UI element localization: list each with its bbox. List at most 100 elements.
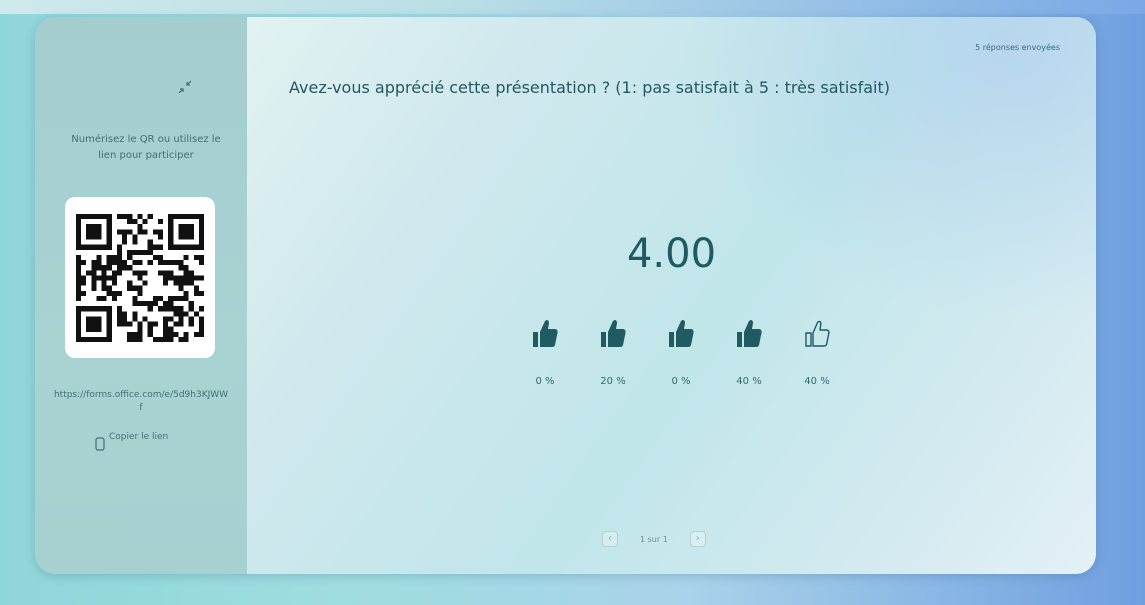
- qr-module: [101, 336, 107, 342]
- qr-module: [178, 321, 184, 327]
- qr-module: [96, 274, 102, 281]
- qr-module: [122, 264, 128, 270]
- qr-module: [183, 290, 189, 296]
- qr-module: [178, 310, 184, 316]
- qr-module: [178, 228, 184, 234]
- qr-module: [86, 315, 92, 322]
- rating-item-1: 0 %: [511, 317, 579, 387]
- qr-module: [168, 218, 174, 224]
- qr-module: [76, 254, 82, 260]
- qr-module: [127, 213, 133, 219]
- qr-module: [91, 233, 97, 240]
- qr-module: [116, 259, 123, 265]
- qr-module: [76, 280, 82, 286]
- qr-module: [188, 274, 194, 281]
- qr-module: [101, 274, 107, 281]
- qr-module: [198, 321, 204, 327]
- qr-module: [76, 223, 82, 229]
- copy-link-label: Copier le lien: [109, 432, 169, 442]
- pagination: ‹ 1 sur 1 ›: [602, 530, 762, 548]
- qr-module: [127, 264, 133, 270]
- previous-page-button[interactable]: ‹: [602, 531, 618, 547]
- rating-percent: 40 %: [804, 376, 830, 387]
- qr-module: [122, 228, 128, 234]
- qr-module: [106, 305, 112, 311]
- qr-module: [178, 264, 184, 270]
- qr-module: [152, 295, 158, 301]
- qr-module: [152, 336, 158, 342]
- thumbs-up-outline-icon[interactable]: [803, 317, 831, 349]
- qr-module: [188, 228, 194, 234]
- qr-module: [198, 254, 204, 260]
- qr-module: [96, 233, 102, 240]
- qr-module: [86, 223, 92, 229]
- thumbs-up-filled-icon[interactable]: [735, 317, 763, 349]
- form-link[interactable]: https://forms.office.com/e/5d9h3KJWWf: [53, 389, 229, 415]
- qr-module: [101, 285, 107, 291]
- qr-module: [178, 336, 184, 342]
- qr-module: [96, 305, 102, 311]
- qr-module: [137, 326, 143, 332]
- qr-module: [106, 223, 112, 229]
- qr-module: [76, 274, 82, 281]
- qr-module: [127, 285, 133, 291]
- qr-module: [116, 213, 123, 219]
- copy-link-button[interactable]: Copier le lien: [95, 431, 169, 451]
- qr-module: [76, 218, 82, 224]
- qr-module: [91, 228, 97, 234]
- qr-module: [122, 239, 128, 245]
- qr-module: [173, 280, 179, 286]
- qr-module: [91, 315, 97, 322]
- next-page-button[interactable]: ›: [689, 531, 706, 547]
- qr-module: [157, 254, 164, 260]
- scan-instructions: Numérisez le QR ou utilisez le lien pour…: [71, 134, 221, 161]
- qr-module: [173, 274, 179, 281]
- qr-module: [132, 218, 138, 224]
- qr-module: [183, 213, 189, 219]
- qr-module: [116, 264, 123, 270]
- qr-module: [188, 244, 194, 250]
- qr-module: [198, 326, 204, 332]
- qr-module: [168, 300, 174, 306]
- qr-module: [157, 233, 164, 240]
- qr-module: [76, 213, 82, 219]
- rating-item-5: 40 %: [783, 317, 851, 387]
- qr-module: [76, 315, 82, 322]
- qr-module: [147, 326, 153, 332]
- qr-module: [198, 213, 204, 219]
- qr-module: [168, 326, 174, 332]
- qr-module: [106, 233, 112, 240]
- qr-module: [76, 264, 82, 270]
- qr-module: [183, 280, 189, 286]
- qr-module: [127, 280, 133, 286]
- qr-module: [111, 274, 117, 281]
- qr-module: [76, 336, 82, 342]
- qr-module: [193, 274, 199, 281]
- qr-module: [116, 244, 123, 250]
- qr-module: [142, 300, 148, 306]
- qr-module: [157, 228, 164, 234]
- collapse-button[interactable]: [174, 80, 196, 98]
- qr-module: [127, 254, 133, 260]
- qr-module: [106, 336, 112, 342]
- qr-module: [111, 254, 117, 260]
- qr-module: [76, 233, 82, 240]
- thumbs-up-filled-icon[interactable]: [531, 317, 559, 349]
- qr-module: [127, 336, 133, 342]
- thumbs-up-filled-icon[interactable]: [599, 317, 627, 349]
- qr-module: [168, 305, 174, 311]
- qr-module: [173, 305, 179, 311]
- qr-module: [76, 321, 82, 327]
- qr-module: [132, 300, 138, 306]
- qr-module: [152, 228, 158, 234]
- qr-module: [163, 336, 169, 342]
- qr-module: [76, 305, 82, 311]
- thumbs-up-filled-icon[interactable]: [667, 317, 695, 349]
- qr-module: [81, 259, 87, 265]
- qr-module: [188, 233, 194, 240]
- qr-module: [168, 295, 174, 301]
- qr-module: [163, 321, 169, 327]
- qr-module: [76, 295, 82, 301]
- qr-module: [76, 228, 82, 234]
- qr-module: [81, 336, 87, 342]
